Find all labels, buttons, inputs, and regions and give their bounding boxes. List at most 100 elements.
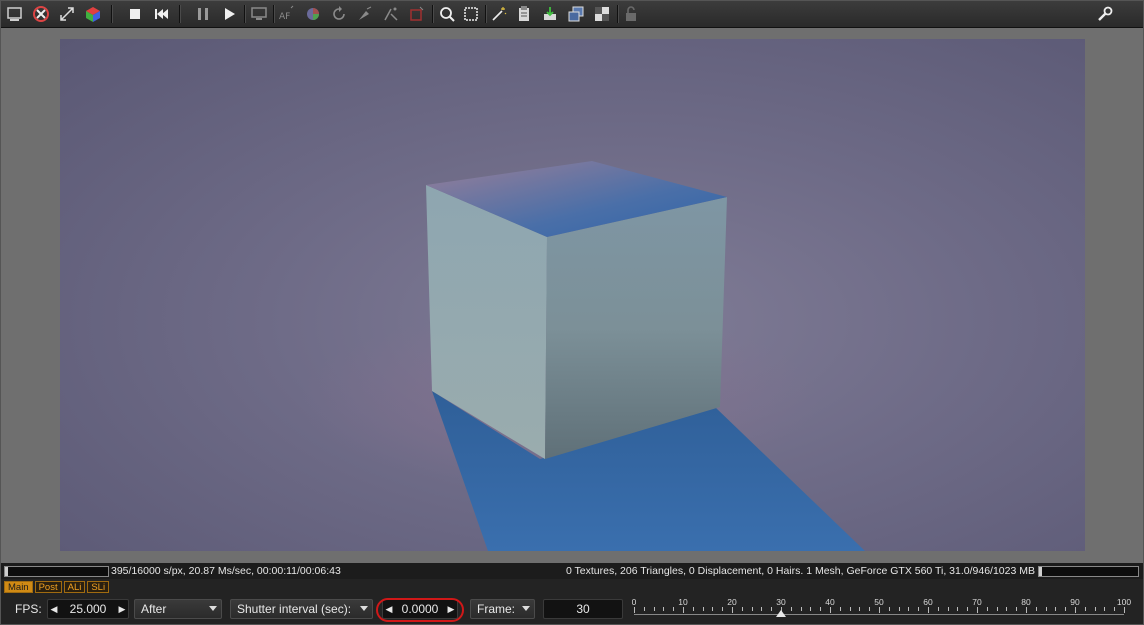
fps-increment-arrow-icon[interactable]: ▶ bbox=[116, 604, 128, 615]
timeline-tick bbox=[1035, 607, 1037, 611]
memory-progress-fill bbox=[1039, 567, 1042, 576]
timeline-tick-label: 90 bbox=[1070, 597, 1080, 607]
chevron-down-icon bbox=[360, 606, 368, 611]
timeline-tick bbox=[869, 607, 871, 611]
tab-main[interactable]: Main bbox=[4, 581, 33, 593]
toolbar: AF bbox=[1, 1, 1143, 28]
render-image[interactable] bbox=[60, 39, 1085, 551]
texture-icon[interactable] bbox=[592, 4, 612, 24]
timeline-tick bbox=[722, 607, 724, 611]
timeline-tick bbox=[771, 607, 773, 611]
fit-icon[interactable] bbox=[57, 4, 77, 24]
toolbar-separator bbox=[432, 5, 434, 23]
wand-icon[interactable] bbox=[489, 4, 509, 24]
timeline-tick bbox=[800, 607, 802, 611]
timeline-tick bbox=[1006, 607, 1008, 611]
chevron-down-icon bbox=[209, 606, 217, 611]
frame-input[interactable]: 30 bbox=[543, 599, 623, 619]
highlight-ring bbox=[376, 598, 464, 622]
timeline-tick bbox=[1026, 607, 1027, 613]
timeline-tick bbox=[967, 607, 969, 611]
pause-icon[interactable] bbox=[193, 4, 213, 24]
fps-stepper[interactable]: ◀ 25.000 ▶ bbox=[47, 599, 129, 619]
lock-icon[interactable] bbox=[621, 4, 641, 24]
tab-post[interactable]: Post bbox=[34, 581, 62, 593]
picker-icon[interactable] bbox=[355, 4, 375, 24]
timeline-thumb[interactable] bbox=[776, 610, 786, 617]
export-icon[interactable] bbox=[540, 4, 560, 24]
render-progress-bar bbox=[4, 566, 109, 577]
chevron-down-icon bbox=[522, 606, 530, 611]
frame-dropdown[interactable]: Frame: bbox=[470, 599, 535, 619]
fps-decrement-arrow-icon[interactable]: ◀ bbox=[48, 604, 60, 615]
playback-controls: FPS: ◀ 25.000 ▶ After Shutter interval (… bbox=[1, 596, 1143, 624]
timeline-tick-label: 0 bbox=[631, 597, 637, 607]
render-scene bbox=[300, 161, 865, 551]
crop-icon[interactable] bbox=[461, 4, 481, 24]
timeline-tick bbox=[1104, 607, 1106, 611]
timeline-tick bbox=[673, 607, 675, 611]
stop-render-icon[interactable] bbox=[31, 4, 51, 24]
timeline-tick-label: 80 bbox=[1021, 597, 1031, 607]
timeline-tick bbox=[839, 607, 841, 611]
timeline-tick bbox=[1045, 607, 1047, 611]
cube-icon[interactable] bbox=[83, 4, 103, 24]
timeline-tick bbox=[1065, 607, 1067, 611]
wrench-icon[interactable] bbox=[1095, 4, 1115, 24]
blend-mode-dropdown[interactable]: After bbox=[134, 599, 222, 619]
svg-text:AF: AF bbox=[279, 12, 290, 22]
timeline-tick bbox=[918, 607, 920, 611]
fps-value[interactable]: 25.000 bbox=[60, 602, 116, 616]
timeline-tick bbox=[986, 607, 988, 611]
region-red-icon[interactable] bbox=[407, 4, 427, 24]
toolbar-separator bbox=[244, 5, 246, 23]
timeline-track[interactable] bbox=[634, 614, 1124, 615]
toolbar-separator bbox=[111, 5, 113, 23]
render-viewer-window: AF 395/16000 s/px, 20.87 Ms/sec, 00:00:1… bbox=[0, 0, 1144, 625]
shutter-interval-label: Shutter interval (sec): bbox=[237, 602, 352, 616]
timeline-tick-label: 70 bbox=[972, 597, 982, 607]
color-wheel-icon[interactable] bbox=[303, 4, 323, 24]
timeline-tick-label: 100 bbox=[1116, 597, 1132, 607]
timeline-tick bbox=[761, 607, 763, 611]
timeline-tick bbox=[663, 607, 665, 611]
timeline-tick bbox=[928, 607, 929, 613]
timeline-tick bbox=[1016, 607, 1018, 611]
monitor-icon[interactable] bbox=[249, 4, 269, 24]
clipboard-icon[interactable] bbox=[514, 4, 534, 24]
tab-sli[interactable]: SLi bbox=[87, 581, 110, 593]
af-icon[interactable]: AF bbox=[277, 4, 297, 24]
status-bar: 395/16000 s/px, 20.87 Ms/sec, 00:00:11/0… bbox=[1, 563, 1143, 579]
stop-icon[interactable] bbox=[125, 4, 145, 24]
rewind-icon[interactable] bbox=[151, 4, 171, 24]
viewport[interactable] bbox=[1, 28, 1143, 563]
viewport-icon[interactable] bbox=[5, 4, 25, 24]
timeline-tick bbox=[996, 607, 998, 611]
timeline-tick bbox=[1114, 607, 1116, 611]
fps-label: FPS: bbox=[15, 602, 42, 616]
timeline-tick-label: 50 bbox=[874, 597, 884, 607]
region-icon[interactable] bbox=[381, 4, 401, 24]
timeline-tick bbox=[879, 607, 880, 613]
timeline-tick bbox=[810, 607, 812, 611]
timeline-tick bbox=[820, 607, 822, 611]
frame-value[interactable]: 30 bbox=[544, 602, 622, 616]
refresh-icon[interactable] bbox=[329, 4, 349, 24]
scene-stats: 0 Textures, 206 Triangles, 0 Displacemen… bbox=[565, 565, 1035, 577]
timeline-tick bbox=[859, 607, 861, 611]
timeline-tick bbox=[1124, 607, 1125, 613]
timeline-tick-label: 20 bbox=[727, 597, 737, 607]
timeline-tick bbox=[957, 607, 959, 611]
timeline-slider[interactable]: 0 10 20 30 40 50 60 70 80 90 100 bbox=[631, 596, 1131, 624]
shutter-interval-dropdown[interactable]: Shutter interval (sec): bbox=[230, 599, 373, 619]
timeline-tick-label: 10 bbox=[678, 597, 688, 607]
render-progress-fill bbox=[5, 567, 8, 576]
timeline-tick bbox=[888, 607, 890, 611]
tab-ali[interactable]: ALi bbox=[63, 581, 86, 593]
layers-icon[interactable] bbox=[566, 4, 586, 24]
blend-mode-value: After bbox=[141, 602, 167, 616]
timeline-tick bbox=[937, 607, 939, 611]
play-icon[interactable] bbox=[219, 4, 239, 24]
toolbar-separator bbox=[179, 5, 181, 23]
zoom-icon[interactable] bbox=[437, 4, 457, 24]
